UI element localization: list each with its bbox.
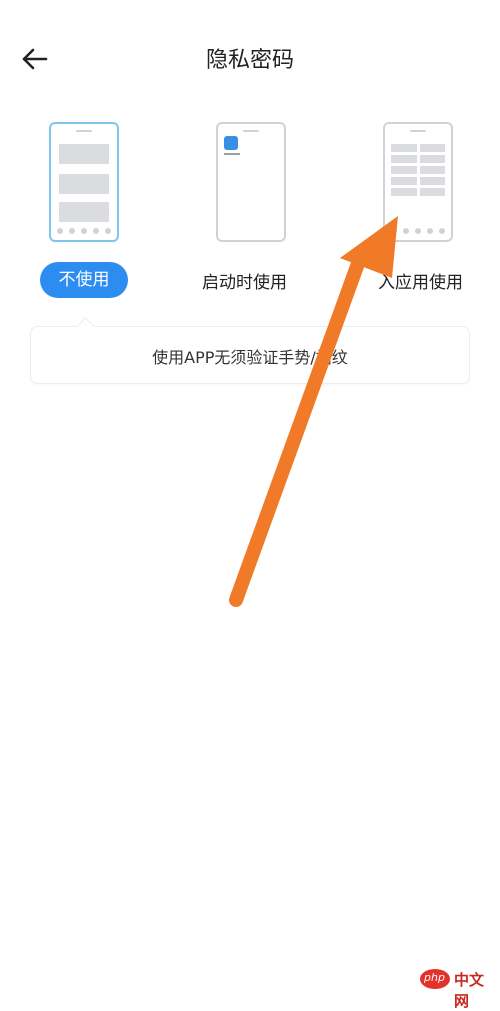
page-title: 隐私密码 [205,48,294,73]
info-text: 使用APP无须验证手势/指纹 [152,348,348,367]
info-tooltip: 使用APP无须验证手势/指纹 [30,317,470,384]
option-on-launch-preview[interactable] [216,122,286,242]
phone-preview-icon [49,122,119,242]
option-not-used-label[interactable]: 不使用 [40,262,128,298]
phone-preview-icon [383,122,453,242]
option-on-launch-label[interactable]: 启动时使用 [202,268,287,293]
option-in-app-label[interactable]: 入应用使用 [378,268,463,293]
watermark-text: 中文网 [454,971,485,1010]
header: 隐私密码 [0,0,500,120]
phone-preview-icon [216,122,286,242]
tooltip-caret [76,317,95,336]
app-icon [224,136,238,150]
watermark-logo-text: php [424,971,445,984]
option-not-used-preview[interactable] [49,122,119,242]
option-in-app-preview[interactable] [383,122,453,242]
watermark-logo: php 中文网 [420,965,496,1010]
